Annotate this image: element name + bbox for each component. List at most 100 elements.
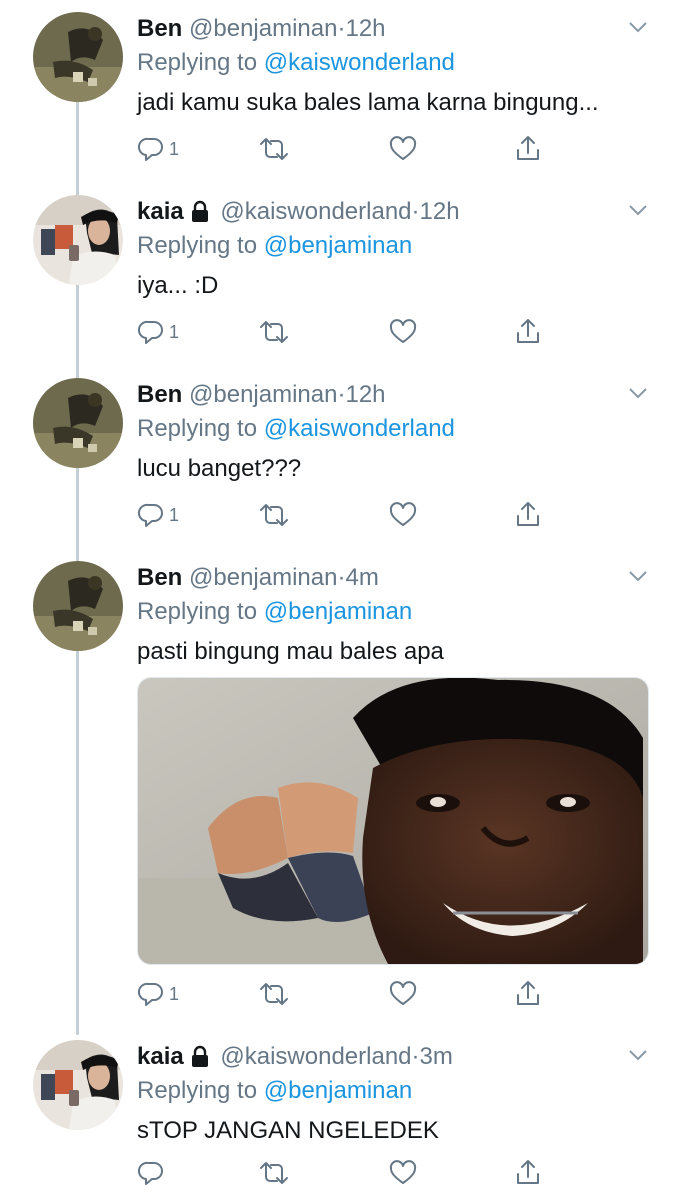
kaia-avatar-image bbox=[33, 195, 123, 285]
display-name[interactable]: kaia bbox=[137, 1043, 184, 1070]
tweet[interactable]: Ben @benjaminan·12h Replying to @kaiswon… bbox=[0, 12, 681, 172]
replying-prefix: Replying to bbox=[137, 232, 258, 259]
kaia-avatar-image bbox=[33, 1040, 123, 1130]
tweet-text: sTOP JANGAN NGELEDEK bbox=[137, 1117, 439, 1144]
reply-count: 1 bbox=[169, 321, 180, 342]
tweet[interactable]: kaia @kaiswonderland·3m Replying to @ben… bbox=[0, 1040, 681, 1200]
tweet-actions: 1 bbox=[0, 500, 681, 530]
ben-avatar-image bbox=[33, 378, 123, 468]
display-name[interactable]: Ben bbox=[137, 15, 182, 42]
lock-icon bbox=[190, 1043, 210, 1077]
mention-link[interactable]: @kaiswonderland bbox=[264, 415, 455, 442]
tweet-media-image[interactable] bbox=[137, 677, 649, 965]
mention-link[interactable]: @kaiswonderland bbox=[264, 49, 455, 76]
like-button[interactable] bbox=[388, 979, 418, 1009]
reply-icon bbox=[137, 137, 163, 161]
like-button[interactable] bbox=[388, 500, 418, 530]
retweet-button[interactable] bbox=[258, 500, 290, 530]
reply-icon bbox=[137, 320, 163, 344]
timestamp[interactable]: 4m bbox=[345, 564, 378, 591]
timestamp[interactable]: 12h bbox=[345, 15, 385, 42]
replying-prefix: Replying to bbox=[137, 1077, 258, 1104]
retweet-button[interactable] bbox=[258, 979, 290, 1009]
tweet-text: lucu banget??? bbox=[137, 455, 302, 482]
selfie-photo bbox=[138, 678, 648, 964]
avatar[interactable] bbox=[33, 561, 123, 651]
share-button[interactable] bbox=[513, 1158, 543, 1188]
mention-link[interactable]: @benjaminan bbox=[264, 598, 412, 625]
reply-button[interactable]: 1 bbox=[137, 500, 179, 530]
tweet-header: kaia @kaiswonderland·12h bbox=[137, 195, 651, 229]
heart-icon bbox=[389, 136, 417, 160]
chevron-down-icon[interactable] bbox=[625, 563, 651, 599]
timestamp[interactable]: 3m bbox=[420, 1043, 453, 1070]
tweet[interactable]: Ben @benjaminan·4m Replying to @benjamin… bbox=[0, 561, 681, 1011]
user-handle[interactable]: @benjaminan bbox=[189, 564, 337, 591]
tweet-actions: 1 bbox=[0, 979, 681, 1009]
retweet-icon bbox=[260, 1162, 288, 1184]
reply-count: 1 bbox=[169, 138, 180, 159]
retweet-icon bbox=[260, 138, 288, 160]
tweet-header: Ben @benjaminan·12h bbox=[137, 378, 651, 412]
chevron-down-icon[interactable] bbox=[625, 14, 651, 50]
mention-link[interactable]: @benjaminan bbox=[264, 232, 412, 259]
tweet-header: Ben @benjaminan·12h bbox=[137, 12, 651, 46]
reply-count: 1 bbox=[169, 504, 180, 525]
avatar[interactable] bbox=[33, 1040, 123, 1130]
share-icon bbox=[517, 319, 539, 343]
heart-icon bbox=[389, 1160, 417, 1184]
display-name[interactable]: kaia bbox=[137, 198, 184, 225]
share-icon bbox=[517, 1160, 539, 1184]
tweet-text: pasti bingung mau bales apa bbox=[137, 638, 444, 665]
timestamp[interactable]: 12h bbox=[345, 381, 385, 408]
retweet-button[interactable] bbox=[258, 1158, 290, 1188]
replying-to: Replying to @benjaminan bbox=[137, 1074, 651, 1108]
mention-link[interactable]: @benjaminan bbox=[264, 1077, 412, 1104]
share-button[interactable] bbox=[513, 134, 543, 164]
reply-count: 1 bbox=[169, 983, 180, 1004]
reply-button[interactable]: 1 bbox=[137, 317, 179, 347]
tweet-text: jadi kamu suka bales lama karna bingung.… bbox=[137, 89, 599, 116]
chevron-down-icon[interactable] bbox=[625, 1042, 651, 1078]
share-button[interactable] bbox=[513, 500, 543, 530]
chevron-down-icon[interactable] bbox=[625, 380, 651, 416]
chevron-down-icon[interactable] bbox=[625, 197, 651, 233]
replying-to: Replying to @benjaminan bbox=[137, 595, 651, 629]
avatar[interactable] bbox=[33, 378, 123, 468]
tweet-actions: 1 bbox=[0, 134, 681, 164]
lock-icon bbox=[190, 198, 210, 232]
user-handle[interactable]: @benjaminan bbox=[189, 15, 337, 42]
avatar[interactable] bbox=[33, 195, 123, 285]
retweet-icon bbox=[260, 321, 288, 343]
timestamp[interactable]: 12h bbox=[420, 198, 460, 225]
like-button[interactable] bbox=[388, 1158, 418, 1188]
share-button[interactable] bbox=[513, 979, 543, 1009]
replying-prefix: Replying to bbox=[137, 49, 258, 76]
tweet-text: iya... :D bbox=[137, 272, 219, 299]
user-handle[interactable]: @benjaminan bbox=[189, 381, 337, 408]
display-name[interactable]: Ben bbox=[137, 564, 182, 591]
user-handle[interactable]: @kaiswonderland bbox=[220, 1043, 411, 1070]
tweet[interactable]: Ben @benjaminan·12h Replying to @kaiswon… bbox=[0, 378, 681, 538]
tweet[interactable]: kaia @kaiswonderland·12h Replying to @be… bbox=[0, 195, 681, 355]
replying-prefix: Replying to bbox=[137, 415, 258, 442]
retweet-button[interactable] bbox=[258, 317, 290, 347]
like-button[interactable] bbox=[388, 134, 418, 164]
reply-button[interactable]: 1 bbox=[137, 979, 179, 1009]
heart-icon bbox=[389, 981, 417, 1005]
retweet-button[interactable] bbox=[258, 134, 290, 164]
share-button[interactable] bbox=[513, 317, 543, 347]
reply-button[interactable] bbox=[137, 1158, 169, 1188]
reply-button[interactable]: 1 bbox=[137, 134, 179, 164]
display-name[interactable]: Ben bbox=[137, 381, 182, 408]
avatar[interactable] bbox=[33, 12, 123, 102]
heart-icon bbox=[389, 502, 417, 526]
retweet-icon bbox=[260, 504, 288, 526]
share-icon bbox=[517, 502, 539, 526]
share-icon bbox=[517, 136, 539, 160]
heart-icon bbox=[389, 319, 417, 343]
reply-icon bbox=[137, 1161, 163, 1185]
user-handle[interactable]: @kaiswonderland bbox=[220, 198, 411, 225]
reply-icon bbox=[137, 982, 163, 1006]
like-button[interactable] bbox=[388, 317, 418, 347]
